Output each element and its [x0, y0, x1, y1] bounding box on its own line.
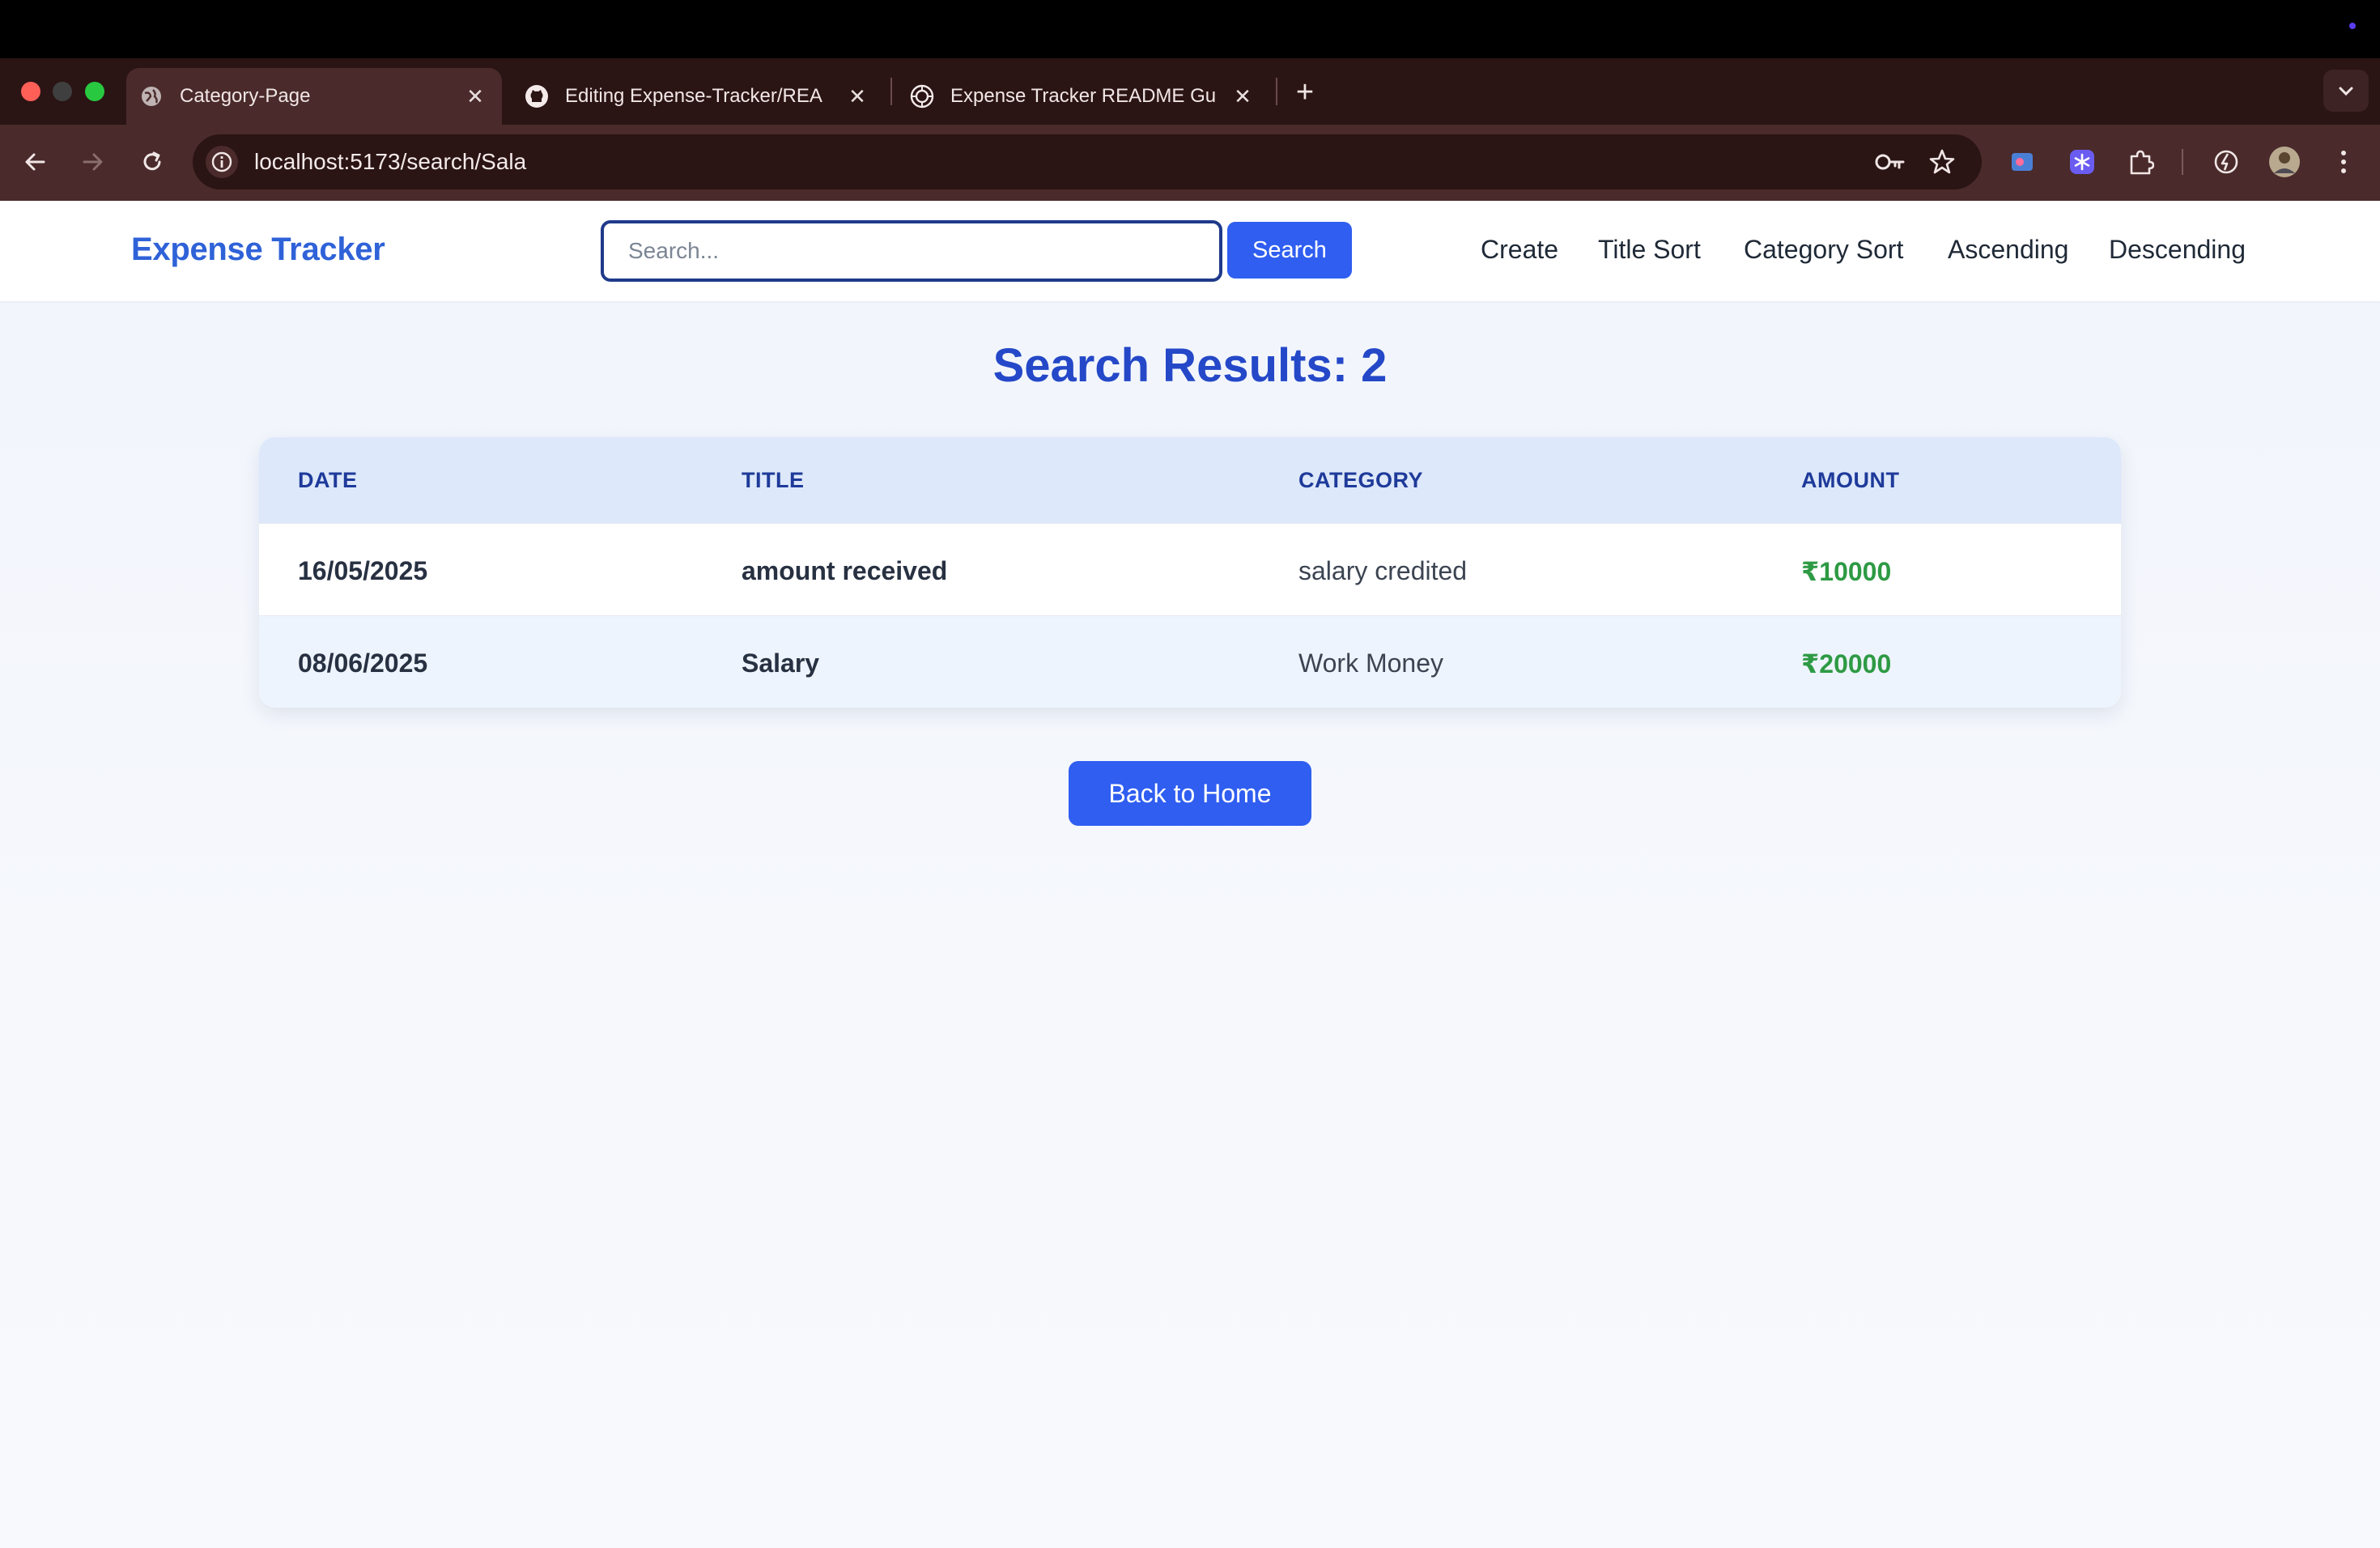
site-info-icon[interactable]	[206, 146, 238, 178]
address-url[interactable]: localhost:5173/search/Sala	[254, 149, 526, 175]
nav-link-create[interactable]: Create	[1481, 235, 1558, 265]
more-menu-icon[interactable]	[2326, 144, 2361, 180]
nav-link-ascending[interactable]: Ascending	[1948, 235, 2068, 265]
bookmark-star-icon[interactable]	[1924, 144, 1960, 180]
extensions-puzzle-icon[interactable]	[2123, 144, 2158, 180]
password-key-icon[interactable]	[1872, 144, 1908, 180]
tab-separator	[1276, 78, 1277, 105]
avatar[interactable]	[2267, 144, 2302, 180]
extension-record-icon[interactable]	[2004, 144, 2040, 180]
column-header-amount: AMOUNT	[1801, 468, 1900, 492]
nav-link-descending[interactable]: Descending	[2109, 235, 2246, 265]
tab-label: Category-Page	[180, 85, 311, 107]
minimize-window-button[interactable]	[53, 82, 72, 101]
search-button[interactable]: Search	[1227, 222, 1352, 279]
maximize-window-button[interactable]	[85, 82, 104, 101]
arrow-right-icon	[83, 153, 103, 171]
reload-icon	[143, 151, 161, 171]
close-window-button[interactable]	[21, 82, 40, 101]
brand-logo[interactable]: Expense Tracker	[131, 232, 385, 268]
browser-tab-readme-guide[interactable]: Expense Tracker README Gu ✕	[897, 68, 1269, 125]
search-input[interactable]	[601, 220, 1222, 282]
cell-title: Salary	[742, 649, 820, 678]
table-row[interactable]: 08/06/2025 Salary Work Money ₹20000	[259, 615, 2121, 708]
column-header-date: DATE	[298, 468, 358, 492]
tab-label: Expense Tracker README Gu	[950, 85, 1217, 107]
cell-category: Work Money	[1298, 649, 1444, 678]
nav-link-title-sort[interactable]: Title Sort	[1598, 235, 1701, 265]
nav-link-category-sort[interactable]: Category Sort	[1744, 235, 1903, 265]
cell-amount: ₹20000	[1801, 649, 1892, 678]
cell-date: 16/05/2025	[298, 556, 428, 585]
app-navbar: Expense Tracker Search Create Title Sort…	[0, 201, 2380, 301]
tab-search-button[interactable]	[2323, 70, 2369, 112]
results-table: DATE TITLE CATEGORY AMOUNT 16/05/2025 am…	[259, 437, 2121, 708]
browser-tab-category-page[interactable]: Category-Page ✕	[126, 68, 502, 125]
new-tab-button[interactable]: +	[1289, 76, 1321, 108]
cell-amount: ₹10000	[1801, 557, 1892, 586]
status-dot-icon	[2349, 23, 2356, 29]
table-row[interactable]: 16/05/2025 amount received salary credit…	[259, 523, 2121, 615]
reload-button[interactable]	[133, 142, 172, 181]
os-menu-strip	[0, 0, 2380, 58]
column-header-category: CATEGORY	[1298, 468, 1424, 492]
column-header-title: TITLE	[742, 468, 805, 492]
openai-icon	[910, 84, 934, 108]
table-header: DATE TITLE CATEGORY AMOUNT	[259, 437, 2121, 523]
tab-label: Editing Expense-Tracker/REA	[565, 85, 822, 107]
github-icon	[525, 84, 549, 108]
back-button[interactable]	[16, 142, 55, 181]
close-icon[interactable]: ✕	[845, 84, 869, 108]
page-title: Search Results: 2	[992, 339, 1388, 392]
cell-category: salary credited	[1298, 556, 1468, 585]
extension-snowflake-icon[interactable]	[2064, 144, 2100, 180]
browser-tab-github-editing[interactable]: Editing Expense-Tracker/REA ✕	[512, 68, 884, 125]
forward-button[interactable]	[73, 142, 112, 181]
cell-title: amount received	[742, 556, 948, 585]
toolbar-separator	[2182, 149, 2183, 175]
back-to-home-button[interactable]: Back to Home	[1069, 761, 1311, 826]
chevron-down-icon	[2339, 87, 2353, 96]
performance-gauge-icon[interactable]	[2208, 144, 2244, 180]
page-viewport: Expense Tracker Search Create Title Sort…	[0, 201, 2380, 1548]
close-icon[interactable]: ✕	[1230, 84, 1255, 108]
globe-icon	[139, 84, 164, 108]
tab-separator	[890, 78, 892, 105]
cell-date: 08/06/2025	[298, 649, 428, 678]
arrow-left-icon	[25, 153, 45, 171]
close-icon[interactable]: ✕	[463, 84, 487, 108]
